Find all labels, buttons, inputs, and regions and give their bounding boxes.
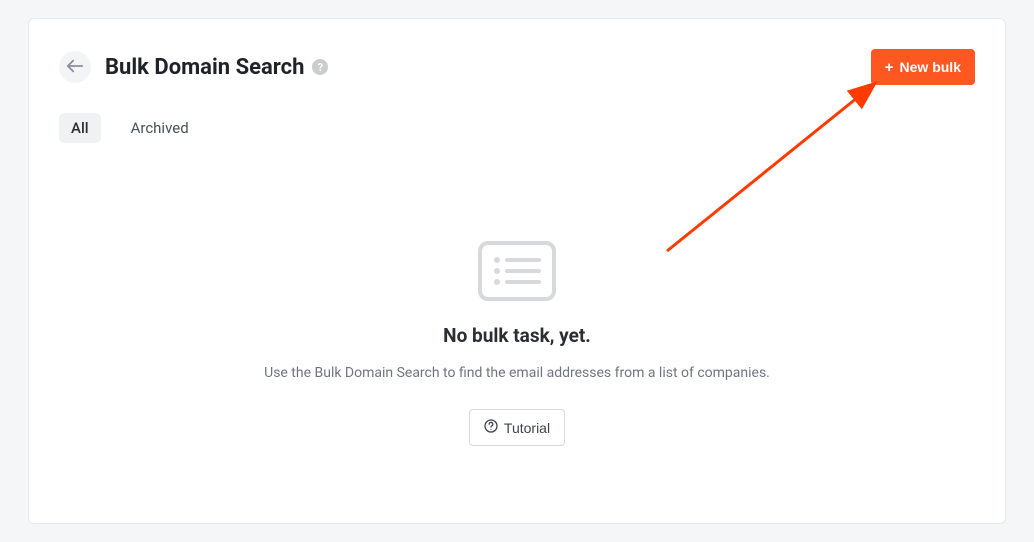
plus-icon: +	[885, 60, 894, 75]
tutorial-button[interactable]: Tutorial	[469, 409, 565, 446]
arrow-left-icon	[66, 58, 84, 77]
tab-archived[interactable]: Archived	[119, 113, 201, 143]
tab-archived-label: Archived	[131, 119, 189, 137]
empty-state: No bulk task, yet. Use the Bulk Domain S…	[59, 143, 975, 503]
tabs: All Archived	[59, 113, 975, 143]
new-bulk-label: New bulk	[900, 59, 961, 75]
title-wrap: Bulk Domain Search ?	[105, 55, 328, 80]
page-title: Bulk Domain Search	[105, 55, 304, 80]
list-icon	[477, 240, 557, 306]
question-circle-icon	[484, 419, 498, 436]
empty-title: No bulk task, yet.	[443, 324, 591, 347]
tab-all-label: All	[71, 119, 89, 137]
empty-description: Use the Bulk Domain Search to find the e…	[264, 365, 770, 381]
back-button[interactable]	[59, 51, 91, 83]
tab-all[interactable]: All	[59, 113, 101, 143]
header-row: Bulk Domain Search ? + New bulk	[59, 49, 975, 85]
help-icon[interactable]: ?	[312, 59, 328, 75]
header-left: Bulk Domain Search ?	[59, 51, 328, 83]
main-card: Bulk Domain Search ? + New bulk All Arch…	[28, 18, 1006, 524]
new-bulk-button[interactable]: + New bulk	[871, 49, 975, 85]
tutorial-label: Tutorial	[504, 420, 550, 436]
